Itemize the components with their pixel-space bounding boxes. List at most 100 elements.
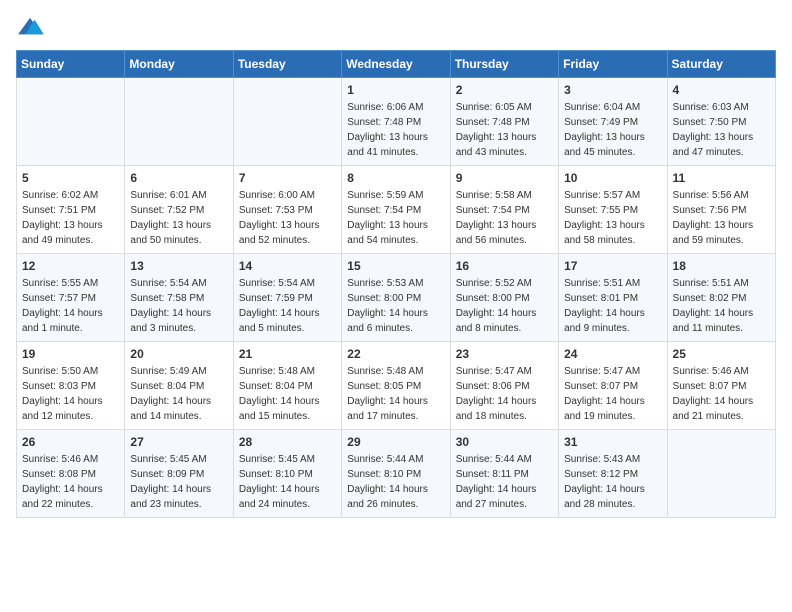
logo-icon xyxy=(16,16,44,38)
calendar-cell: 5 Sunrise: 6:02 AMSunset: 7:51 PMDaylight… xyxy=(17,166,125,254)
day-number: 8 xyxy=(347,171,444,185)
header-sunday: Sunday xyxy=(17,51,125,78)
cell-content: Sunrise: 6:02 AMSunset: 7:51 PMDaylight:… xyxy=(22,188,119,248)
day-number: 7 xyxy=(239,171,336,185)
calendar-cell: 30Sunrise: 5:44 AMSunset: 8:11 PMDayligh… xyxy=(450,430,558,518)
calendar-cell: 13 Sunrise: 5:54 AMSunset: 7:58 PMDayligh… xyxy=(125,254,233,342)
header-monday: Monday xyxy=(125,51,233,78)
cell-content: Sunrise: 5:46 AMSunset: 8:08 PMDaylight:… xyxy=(22,452,119,512)
cell-content: Sunrise: 5:50 AMSunset: 8:03 PMDaylight:… xyxy=(22,364,119,424)
cell-content: Sunrise: 6:04 AMSunset: 7:49 PMDaylight:… xyxy=(564,100,661,160)
calendar-cell: 6 Sunrise: 6:01 AMSunset: 7:52 PMDaylight… xyxy=(125,166,233,254)
calendar-cell: 3 Sunrise: 6:04 AMSunset: 7:49 PMDaylight… xyxy=(559,78,667,166)
header-thursday: Thursday xyxy=(450,51,558,78)
cell-content: Sunrise: 5:54 AMSunset: 7:59 PMDaylight:… xyxy=(239,276,336,336)
calendar-cell: 21 Sunrise: 5:48 AMSunset: 8:04 PMDayligh… xyxy=(233,342,341,430)
day-number: 22 xyxy=(347,347,444,361)
cell-content: Sunrise: 5:44 AMSunset: 8:10 PMDaylight:… xyxy=(347,452,444,512)
day-number: 14 xyxy=(239,259,336,273)
calendar-cell: 15Sunrise: 5:53 AMSunset: 8:00 PMDayligh… xyxy=(342,254,450,342)
cell-content: Sunrise: 5:47 AMSunset: 8:07 PMDaylight:… xyxy=(564,364,661,424)
day-number: 29 xyxy=(347,435,444,449)
cell-content: Sunrise: 6:00 AMSunset: 7:53 PMDaylight:… xyxy=(239,188,336,248)
day-number: 12 xyxy=(22,259,119,273)
calendar-cell: 10 Sunrise: 5:57 AMSunset: 7:55 PMDayligh… xyxy=(559,166,667,254)
day-number: 23 xyxy=(456,347,553,361)
calendar-cell: 26 Sunrise: 5:46 AMSunset: 8:08 PMDayligh… xyxy=(17,430,125,518)
cell-content: Sunrise: 5:47 AMSunset: 8:06 PMDaylight:… xyxy=(456,364,553,424)
day-number: 1 xyxy=(347,83,444,97)
day-number: 27 xyxy=(130,435,227,449)
cell-content: Sunrise: 5:51 AMSunset: 8:02 PMDaylight:… xyxy=(673,276,770,336)
page-header xyxy=(16,16,776,38)
calendar-cell: 25Sunrise: 5:46 AMSunset: 8:07 PMDayligh… xyxy=(667,342,775,430)
cell-content: Sunrise: 5:56 AMSunset: 7:56 PMDaylight:… xyxy=(673,188,770,248)
calendar-cell: 20 Sunrise: 5:49 AMSunset: 8:04 PMDayligh… xyxy=(125,342,233,430)
cell-content: Sunrise: 5:49 AMSunset: 8:04 PMDaylight:… xyxy=(130,364,227,424)
calendar-cell: 28Sunrise: 5:45 AMSunset: 8:10 PMDayligh… xyxy=(233,430,341,518)
header-row: SundayMondayTuesdayWednesdayThursdayFrid… xyxy=(17,51,776,78)
day-number: 15 xyxy=(347,259,444,273)
calendar-body: 1 Sunrise: 6:06 AMSunset: 7:48 PMDaylight… xyxy=(17,78,776,518)
day-number: 20 xyxy=(130,347,227,361)
calendar-cell: 22Sunrise: 5:48 AMSunset: 8:05 PMDayligh… xyxy=(342,342,450,430)
calendar-header: SundayMondayTuesdayWednesdayThursdayFrid… xyxy=(17,51,776,78)
cell-content: Sunrise: 5:51 AMSunset: 8:01 PMDaylight:… xyxy=(564,276,661,336)
cell-content: Sunrise: 5:48 AMSunset: 8:04 PMDaylight:… xyxy=(239,364,336,424)
calendar-cell xyxy=(667,430,775,518)
calendar-cell: 29 Sunrise: 5:44 AMSunset: 8:10 PMDayligh… xyxy=(342,430,450,518)
header-saturday: Saturday xyxy=(667,51,775,78)
day-number: 11 xyxy=(673,171,770,185)
calendar-cell: 14 Sunrise: 5:54 AMSunset: 7:59 PMDayligh… xyxy=(233,254,341,342)
day-number: 21 xyxy=(239,347,336,361)
day-number: 9 xyxy=(456,171,553,185)
calendar-cell: 11 Sunrise: 5:56 AMSunset: 7:56 PMDayligh… xyxy=(667,166,775,254)
calendar-cell: 23 Sunrise: 5:47 AMSunset: 8:06 PMDayligh… xyxy=(450,342,558,430)
cell-content: Sunrise: 5:44 AMSunset: 8:11 PMDaylight:… xyxy=(456,452,553,512)
calendar-cell: 9 Sunrise: 5:58 AMSunset: 7:54 PMDaylight… xyxy=(450,166,558,254)
calendar-cell xyxy=(17,78,125,166)
day-number: 16 xyxy=(456,259,553,273)
cell-content: Sunrise: 5:45 AMSunset: 8:09 PMDaylight:… xyxy=(130,452,227,512)
day-number: 5 xyxy=(22,171,119,185)
week-row-4: 26 Sunrise: 5:46 AMSunset: 8:08 PMDayligh… xyxy=(17,430,776,518)
day-number: 4 xyxy=(673,83,770,97)
cell-content: Sunrise: 5:57 AMSunset: 7:55 PMDaylight:… xyxy=(564,188,661,248)
header-friday: Friday xyxy=(559,51,667,78)
calendar-table: SundayMondayTuesdayWednesdayThursdayFrid… xyxy=(16,50,776,518)
calendar-cell: 31 Sunrise: 5:43 AMSunset: 8:12 PMDayligh… xyxy=(559,430,667,518)
cell-content: Sunrise: 5:55 AMSunset: 7:57 PMDaylight:… xyxy=(22,276,119,336)
week-row-3: 19 Sunrise: 5:50 AMSunset: 8:03 PMDayligh… xyxy=(17,342,776,430)
day-number: 18 xyxy=(673,259,770,273)
calendar-cell: 8 Sunrise: 5:59 AMSunset: 7:54 PMDaylight… xyxy=(342,166,450,254)
day-number: 26 xyxy=(22,435,119,449)
calendar-cell: 24Sunrise: 5:47 AMSunset: 8:07 PMDayligh… xyxy=(559,342,667,430)
calendar-cell: 2Sunrise: 6:05 AMSunset: 7:48 PMDaylight… xyxy=(450,78,558,166)
day-number: 3 xyxy=(564,83,661,97)
cell-content: Sunrise: 6:01 AMSunset: 7:52 PMDaylight:… xyxy=(130,188,227,248)
calendar-cell: 1 Sunrise: 6:06 AMSunset: 7:48 PMDaylight… xyxy=(342,78,450,166)
week-row-0: 1 Sunrise: 6:06 AMSunset: 7:48 PMDaylight… xyxy=(17,78,776,166)
day-number: 6 xyxy=(130,171,227,185)
cell-content: Sunrise: 6:06 AMSunset: 7:48 PMDaylight:… xyxy=(347,100,444,160)
cell-content: Sunrise: 6:05 AMSunset: 7:48 PMDaylight:… xyxy=(456,100,553,160)
cell-content: Sunrise: 5:59 AMSunset: 7:54 PMDaylight:… xyxy=(347,188,444,248)
day-number: 25 xyxy=(673,347,770,361)
calendar-cell: 17 Sunrise: 5:51 AMSunset: 8:01 PMDayligh… xyxy=(559,254,667,342)
calendar-cell: 7 Sunrise: 6:00 AMSunset: 7:53 PMDaylight… xyxy=(233,166,341,254)
week-row-2: 12 Sunrise: 5:55 AMSunset: 7:57 PMDayligh… xyxy=(17,254,776,342)
day-number: 10 xyxy=(564,171,661,185)
cell-content: Sunrise: 5:52 AMSunset: 8:00 PMDaylight:… xyxy=(456,276,553,336)
day-number: 28 xyxy=(239,435,336,449)
calendar-cell: 12 Sunrise: 5:55 AMSunset: 7:57 PMDayligh… xyxy=(17,254,125,342)
week-row-1: 5 Sunrise: 6:02 AMSunset: 7:51 PMDaylight… xyxy=(17,166,776,254)
day-number: 17 xyxy=(564,259,661,273)
cell-content: Sunrise: 5:54 AMSunset: 7:58 PMDaylight:… xyxy=(130,276,227,336)
cell-content: Sunrise: 5:43 AMSunset: 8:12 PMDaylight:… xyxy=(564,452,661,512)
day-number: 19 xyxy=(22,347,119,361)
calendar-cell: 19 Sunrise: 5:50 AMSunset: 8:03 PMDayligh… xyxy=(17,342,125,430)
cell-content: Sunrise: 5:58 AMSunset: 7:54 PMDaylight:… xyxy=(456,188,553,248)
day-number: 13 xyxy=(130,259,227,273)
day-number: 31 xyxy=(564,435,661,449)
calendar-cell: 4Sunrise: 6:03 AMSunset: 7:50 PMDaylight… xyxy=(667,78,775,166)
